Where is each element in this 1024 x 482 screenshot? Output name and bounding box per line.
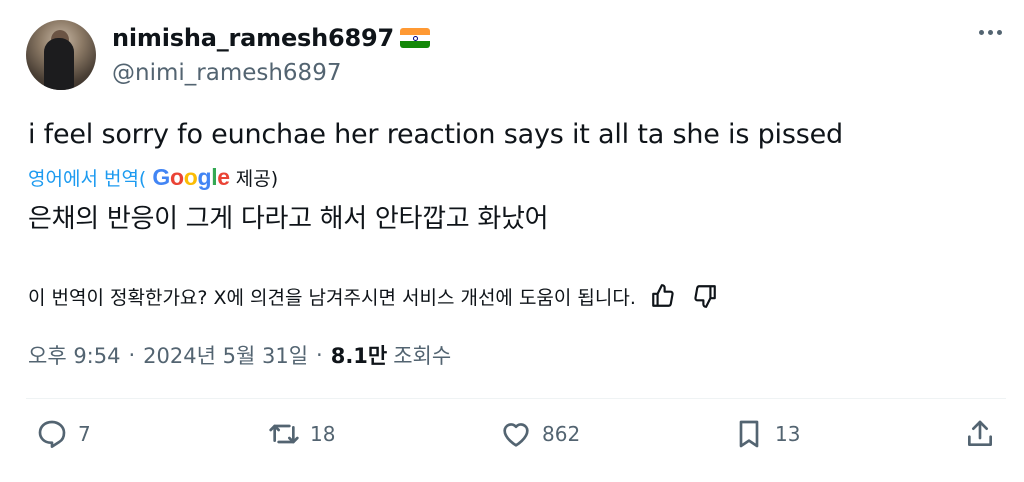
- views-count: 8.1만: [330, 344, 388, 368]
- like-count: 862: [542, 422, 581, 446]
- bookmark-button[interactable]: 13: [733, 418, 800, 450]
- reply-count: 7: [78, 422, 91, 446]
- meta-separator: ·: [316, 343, 323, 367]
- thumbs-up-icon[interactable]: [648, 281, 678, 311]
- bookmark-icon: [739, 420, 759, 448]
- translation-source-link[interactable]: 영어에서 번역(: [28, 164, 146, 191]
- translation-provider-suffix: 제공): [235, 168, 279, 190]
- share-button[interactable]: [964, 418, 996, 450]
- meta-separator: ·: [128, 343, 136, 367]
- translation-feedback: 이 번역이 정확한가요? X에 의견을 남겨주시면 서비스 개선에 도움이 됩니…: [28, 281, 720, 311]
- share-icon: [968, 420, 992, 446]
- heart-icon: [503, 423, 529, 447]
- avatar[interactable]: [26, 20, 96, 90]
- reply-icon: [38, 420, 66, 448]
- tweet-text: i feel sorry fo eunchae her reaction say…: [28, 119, 843, 150]
- translated-text: 은채의 반응이 그게 다라고 해서 안타깝고 화났어: [28, 204, 549, 234]
- display-name-text: nimisha_ramesh6897: [112, 24, 394, 52]
- more-options-icon[interactable]: [979, 30, 1002, 35]
- divider: [26, 398, 1006, 399]
- feedback-prompt: 이 번역이 정확한가요? X에 의견을 남겨주시면 서비스 개선에 도움이 됩니…: [28, 286, 636, 309]
- repost-button[interactable]: 18: [268, 418, 335, 450]
- repost-icon: [269, 424, 299, 444]
- translation-attribution: 영어에서 번역( Google 제공): [28, 164, 278, 191]
- like-button[interactable]: 862: [500, 418, 580, 450]
- post-date[interactable]: 2024년 5월 31일: [143, 340, 308, 370]
- thumbs-down-icon[interactable]: [690, 281, 720, 311]
- repost-count: 18: [310, 422, 336, 446]
- tweet-meta: 오후 9:54 · 2024년 5월 31일 · 8.1만 조회수: [28, 340, 451, 370]
- google-logo: Google: [152, 164, 230, 190]
- post-time[interactable]: 오후 9:54: [28, 340, 120, 370]
- author-name[interactable]: nimisha_ramesh6897: [112, 24, 430, 52]
- reply-button[interactable]: 7: [36, 418, 91, 450]
- avatar-figure: [44, 38, 74, 90]
- india-flag-icon: [400, 28, 430, 48]
- bookmark-count: 13: [775, 422, 801, 446]
- author-handle[interactable]: @nimi_ramesh6897: [112, 60, 341, 86]
- action-bar: 7 18 862 13: [0, 418, 1024, 466]
- views-label: 조회수: [393, 344, 452, 368]
